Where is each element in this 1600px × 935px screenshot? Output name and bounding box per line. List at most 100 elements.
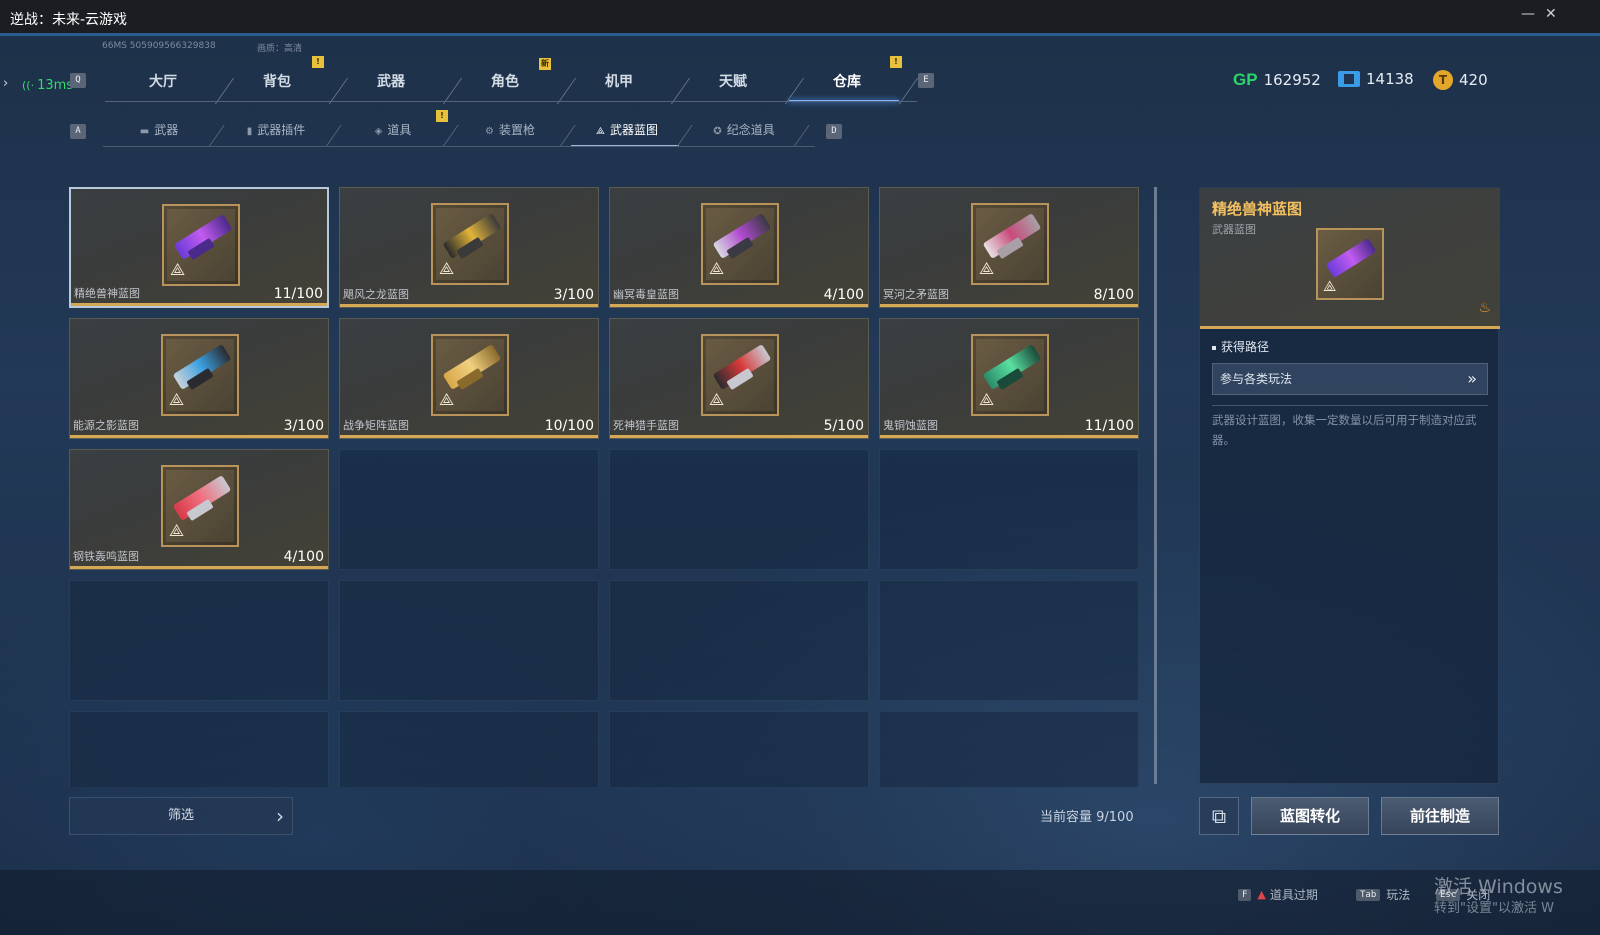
blueprint-card[interactable]: ⟁ 战争矩阵蓝图 10/100 (339, 318, 599, 439)
window-titlebar: 逆战：未来-云游戏 — ✕ (0, 0, 1600, 36)
subtab-attachments[interactable]: ▮ 武器插件 (220, 117, 332, 147)
subtab-attachments-label: 武器插件 (257, 123, 306, 137)
subtab-weapons-label: 武器 (154, 123, 179, 137)
blueprint-image: ⟁ (971, 203, 1049, 285)
tab-weapons[interactable]: 武器 (333, 62, 449, 102)
coin-value: 420 (1459, 71, 1488, 89)
blueprint-card[interactable]: ⟁ 幽冥毒皇蓝图 4/100 (609, 187, 869, 308)
tab-backpack-label: 背包 (263, 74, 291, 90)
tab-talent[interactable]: 天赋 (675, 62, 791, 102)
blueprint-name: 战争矩阵蓝图 (343, 419, 409, 432)
blueprint-count: 11/100 (1084, 418, 1134, 434)
subtab-weapon-blueprints-label: 武器蓝图 (609, 123, 658, 137)
detail-header: 精绝兽神蓝图 武器蓝图 ⟁ ♨ (1200, 188, 1500, 329)
main-tabs-divider (105, 101, 917, 102)
filter-label: 筛选 (167, 808, 194, 823)
minimize-button[interactable]: — (1521, 6, 1535, 22)
empty-slot (339, 711, 599, 787)
tab-mecha[interactable]: 机甲 (561, 62, 677, 102)
backpack-alert-badge: ! (312, 56, 324, 68)
blueprint-count: 11/100 (273, 286, 323, 302)
share-button[interactable]: ⧉ (1199, 797, 1239, 835)
empty-slot (339, 580, 599, 701)
tab-warehouse[interactable]: 仓库 (789, 62, 905, 102)
key-a-hint: A (70, 124, 86, 139)
blueprint-image: ⟁ (161, 334, 239, 416)
tab-talent-label: 天赋 (719, 74, 747, 90)
key-q-hint: Q (70, 73, 86, 88)
subtab-device-guns[interactable]: ⚙ 装置枪 (454, 117, 566, 147)
double-chevron-right-icon: » (1467, 369, 1477, 388)
tab-warehouse-label: 仓库 (833, 74, 861, 90)
compass-icon: ⟁ (979, 259, 995, 279)
blueprint-count: 4/100 (823, 287, 864, 303)
empty-slot (609, 711, 869, 787)
blueprint-image: ⟁ (431, 334, 509, 416)
blueprint-name: 鬼铜蚀蓝图 (883, 419, 938, 432)
windows-activation-hint: 转到"设置"以激活 W (1434, 901, 1554, 916)
compass-icon: ⟁ (1323, 277, 1337, 295)
key-f-hint: F (1238, 888, 1252, 901)
coin-currency: T 420 (1433, 70, 1488, 90)
acquire-route-label: 获得路径 (1212, 338, 1269, 355)
tab-characters-label: 角色 (491, 74, 519, 90)
item-icon: ◈ (374, 126, 383, 137)
session-info: 66MS 505909566329838 (102, 41, 216, 51)
blueprint-count: 10/100 (544, 418, 594, 434)
blueprint-card[interactable]: ⟁ 飓风之龙蓝图 3/100 (339, 187, 599, 308)
blueprint-card[interactable]: ⟁ 钢铁轰鸣蓝图 4/100 (69, 449, 329, 570)
hint-expired-items[interactable]: F ▲ 道具过期 (1238, 886, 1318, 903)
blueprint-name: 钢铁轰鸣蓝图 (73, 550, 139, 563)
tab-mecha-label: 机甲 (605, 74, 633, 90)
subtab-weapon-blueprints[interactable]: ⟁ 武器蓝图 (571, 117, 683, 147)
warning-icon: ▲ (1257, 888, 1266, 901)
compass-icon: ⟁ (979, 390, 995, 410)
subtab-souvenirs[interactable]: ✪ 纪念道具 (688, 117, 800, 147)
external-link-icon: ⧉ (1211, 804, 1227, 828)
key-d-hint: D (826, 124, 842, 139)
compass-icon: ⟁ (170, 260, 186, 280)
hint-expired-label: 道具过期 (1269, 888, 1318, 902)
grid-scrollbar[interactable] (1154, 187, 1157, 784)
blueprint-card[interactable]: ⟁ 冥河之矛蓝图 8/100 (879, 187, 1139, 308)
blueprint-image: ⟁ (431, 203, 509, 285)
blueprint-image: ⟁ (161, 465, 239, 547)
ping-value: 13ms (37, 78, 74, 93)
rifle-icon: ▬ (139, 126, 150, 137)
subtab-weapons[interactable]: ▬ 武器 (103, 117, 215, 147)
expand-arrow-icon[interactable]: › (3, 76, 8, 91)
blueprint-image: ⟁ (701, 203, 779, 285)
sub-tabs-divider (103, 146, 815, 147)
go-craft-button[interactable]: 前往制造 (1381, 797, 1499, 835)
tab-backpack[interactable]: 背包 (219, 62, 335, 102)
compass-icon: ⟁ (169, 390, 185, 410)
window-title: 逆战：未来-云游戏 (10, 12, 128, 28)
attachment-icon: ▮ (246, 126, 253, 137)
gp-value: 162952 (1263, 71, 1321, 89)
hint-gameplay-label: 玩法 (1386, 888, 1411, 902)
flame-icon: ♨ (1478, 300, 1491, 316)
blueprint-name: 死神猎手蓝图 (613, 419, 679, 432)
route-label: 参与各类玩法 (1220, 372, 1293, 386)
subtab-souvenirs-label: 纪念道具 (726, 123, 775, 137)
blueprint-card[interactable]: ⟁ 死神猎手蓝图 5/100 (609, 318, 869, 439)
empty-slot (69, 580, 329, 701)
sub-nav-tabs: ▬ 武器 ▮ 武器插件 ◈ 道具 ⚙ 装置枪 ⟁ 武器蓝图 ✪ 纪念道具 (103, 117, 815, 147)
subtab-items[interactable]: ◈ 道具 (337, 117, 449, 147)
blueprint-card[interactable]: ⟁ 能源之影蓝图 3/100 (69, 318, 329, 439)
tab-lobby[interactable]: 大厅 (105, 62, 221, 102)
hint-gameplay[interactable]: Tab 玩法 (1356, 886, 1410, 903)
main-nav-tabs: 大厅 背包 武器 角色 机甲 天赋 仓库 (105, 62, 917, 102)
blueprint-card[interactable]: ⟁ 精绝兽神蓝图 11/100 (69, 187, 329, 308)
acquire-route-button[interactable]: 参与各类玩法 » (1212, 363, 1488, 395)
warehouse-alert-badge: ! (890, 56, 902, 68)
gp-currency: GP 162952 (1233, 70, 1321, 90)
characters-new-badge: 新 (539, 58, 551, 70)
ticket-currency: 14138 (1338, 70, 1414, 88)
empty-slot (609, 580, 869, 701)
blueprint-card[interactable]: ⟁ 鬼铜蚀蓝图 11/100 (879, 318, 1139, 439)
blueprint-convert-button[interactable]: 蓝图转化 (1251, 797, 1369, 835)
close-window-button[interactable]: ✕ (1545, 6, 1557, 22)
filter-button[interactable]: 筛选 › (69, 797, 293, 835)
subtab-device-guns-label: 装置枪 (498, 123, 535, 137)
